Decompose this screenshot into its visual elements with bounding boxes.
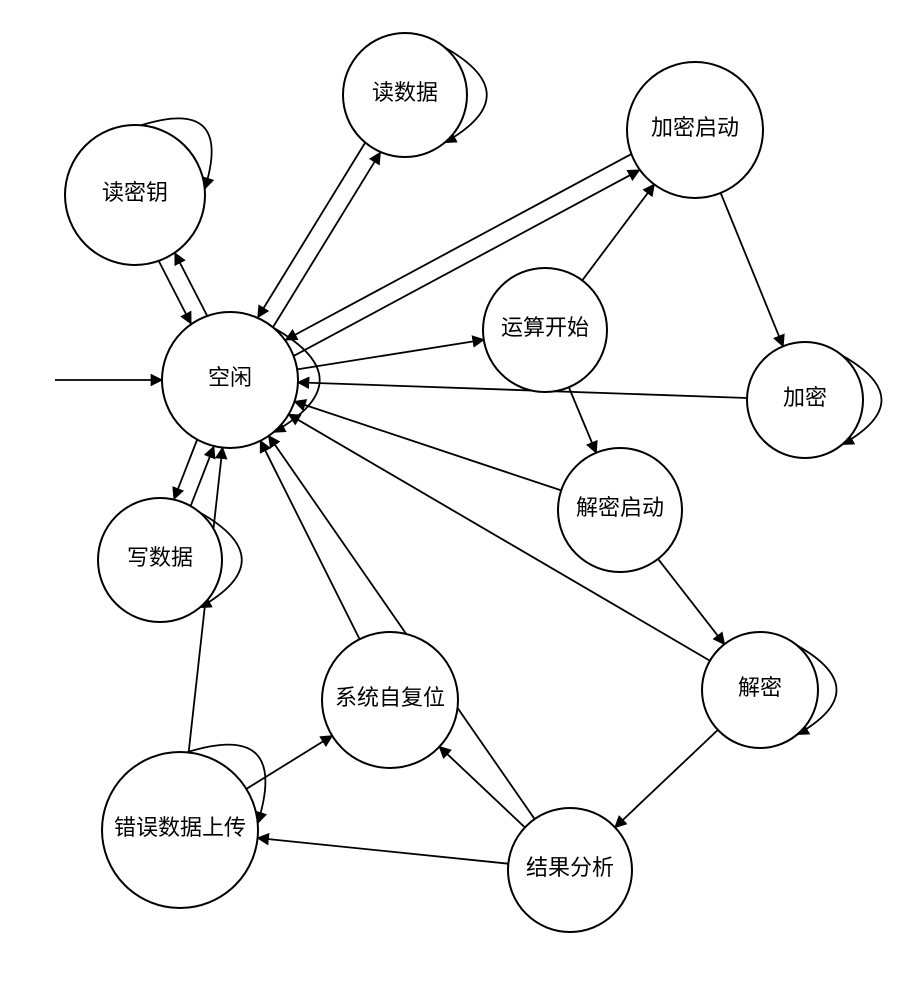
state-label: 读密钥 [102,180,168,205]
edge [297,340,484,370]
state-read_data: 读数据 [343,33,467,157]
edge [569,387,596,453]
edge [175,253,207,315]
state-err_upload: 错误数据上传 [102,752,258,908]
state-label: 错误数据上传 [114,815,246,840]
edge [258,143,365,317]
edge [582,184,654,280]
state-label: 运算开始 [501,315,589,340]
state-enc_start: 加密启动 [627,62,763,198]
edge [295,402,562,491]
state-op_start: 运算开始 [483,268,607,392]
edge [658,559,724,644]
state-label: 加密 [783,385,827,410]
edge [258,838,509,864]
state-sys_reset: 系统自复位 [322,632,458,768]
edge [273,153,380,327]
edge [721,193,783,346]
state-label: 空闲 [208,365,252,390]
state-label: 写数据 [127,545,193,570]
edge [174,440,197,499]
state-idle: 空闲 [162,312,298,448]
edge [260,441,359,639]
state-label: 解密启动 [576,495,664,520]
edge [246,736,332,789]
state-encrypt: 加密 [747,342,863,458]
edge [159,261,191,323]
state-label: 读数据 [372,80,438,105]
edge [615,730,718,827]
state-label: 加密启动 [651,115,739,140]
state-label: 结果分析 [526,855,614,880]
state-label: 系统自复位 [335,685,445,710]
state-dec_start: 解密启动 [558,448,682,572]
state-label: 解密 [738,675,782,700]
state-diagram: 空闲 读密钥 读数据加密启动加密 运算开始解密启动解密 写数据系统自复位错误数据上传结果… [0,0,918,1000]
state-decrypt: 解密 [702,632,818,748]
edge [191,447,214,506]
state-result_analyze: 结果分析 [508,808,632,932]
state-read_key: 读密钥 [65,125,205,265]
state-write_data: 写数据 [98,498,222,622]
